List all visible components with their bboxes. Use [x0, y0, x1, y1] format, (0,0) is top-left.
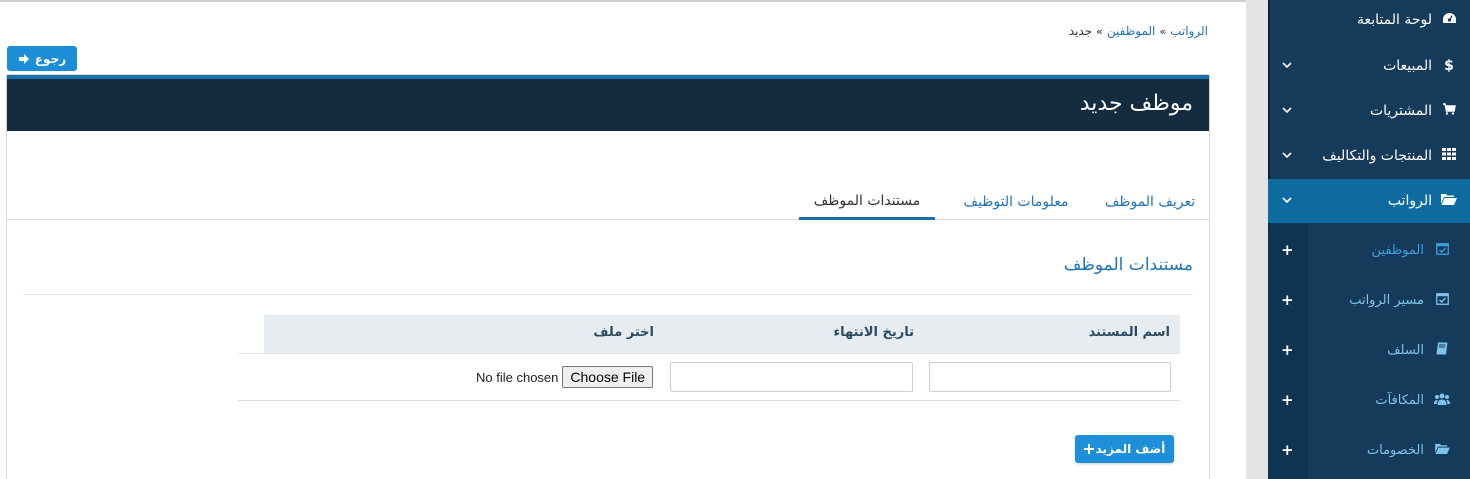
header-choose-file: اختر ملف: [593, 325, 654, 340]
add-more-label: أضف المزيد: [1095, 442, 1166, 456]
breadcrumb-link-employees[interactable]: الموظفين: [1107, 24, 1156, 38]
folder-open-icon: [1434, 443, 1450, 457]
grid-icon: [1440, 148, 1458, 164]
expiry-date-input[interactable]: [670, 362, 913, 392]
file-input[interactable]: No file chosen Choose File: [476, 365, 654, 389]
cart-icon: [1440, 103, 1458, 119]
breadcrumb-separator: »: [1159, 24, 1167, 38]
top-shadow: [0, 0, 1246, 2]
tab-bar: تعريف الموظف معلومات التوظيف مستندات الم…: [7, 184, 1209, 220]
add-more-button[interactable]: أضف المزيد: [1075, 435, 1174, 463]
plus-icon[interactable]: +: [1281, 291, 1294, 309]
section-divider: [23, 294, 1193, 295]
submenu-item-bonuses[interactable]: المكافآت +: [1268, 375, 1470, 425]
tab-employee-documents[interactable]: مستندات الموظف: [799, 184, 935, 220]
tab-employment-info[interactable]: معلومات التوظيف: [951, 184, 1081, 220]
sidebar-item-label: المنتجات والتكاليف: [1322, 148, 1432, 164]
header-expiry-date: تاريخ الانتهاء: [833, 325, 914, 340]
header-document-name: اسم المستند: [1088, 325, 1170, 340]
row-divider: [238, 353, 1180, 354]
file-status: No file chosen: [476, 369, 559, 385]
folder-open-icon: [1440, 193, 1458, 209]
dollar-icon: $: [1444, 58, 1454, 74]
breadcrumb: الرواتب » الموظفين » جديد: [1069, 24, 1208, 38]
submenu-item-employees[interactable]: الموظفين +: [1268, 225, 1470, 275]
submenu-item-advances[interactable]: السلف +: [1268, 325, 1470, 375]
back-button-label: رجوع: [34, 51, 67, 66]
dashboard-icon: [1440, 12, 1458, 29]
document-name-input[interactable]: [929, 362, 1171, 392]
sidebar-item-payroll[interactable]: الرواتب: [1268, 179, 1470, 223]
row-divider: [238, 400, 1180, 401]
sidebar-item-products-costs[interactable]: المنتجات والتكاليف: [1268, 134, 1470, 178]
back-button[interactable]: رجوع: [7, 46, 77, 71]
breadcrumb-separator: »: [1096, 24, 1103, 38]
choose-file-button[interactable]: Choose File: [562, 366, 654, 388]
breadcrumb-link-payroll[interactable]: الرواتب: [1170, 24, 1208, 38]
calendar-check-icon: [1434, 292, 1450, 308]
submenu-item-payroll-run[interactable]: مسير الرواتب +: [1268, 275, 1470, 325]
calendar-check-icon: [1434, 242, 1450, 258]
chevron-down-icon: [1280, 61, 1292, 72]
plus-icon[interactable]: +: [1281, 441, 1294, 459]
panel-header: موظف جديد: [7, 75, 1209, 131]
submenu-item-deductions[interactable]: الخصومات +: [1268, 425, 1470, 475]
chevron-down-icon: [1280, 151, 1292, 162]
sidebar-item-purchases[interactable]: المشتريات: [1268, 89, 1470, 133]
breadcrumb-current: جديد: [1068, 24, 1093, 38]
chevron-down-icon: [1280, 196, 1292, 207]
plus-icon: [1083, 444, 1094, 454]
arrow-right-icon: [18, 53, 29, 64]
sidebar: لوحة المتابعة $ المبيعات المشتريات المنت…: [1268, 0, 1470, 479]
plus-icon[interactable]: +: [1281, 391, 1294, 409]
sidebar-item-sales[interactable]: $ المبيعات: [1268, 44, 1470, 88]
sidebar-item-label: المبيعات: [1383, 58, 1432, 74]
tab-employee-info[interactable]: تعريف الموظف: [1093, 184, 1207, 220]
book-icon: [1434, 342, 1450, 358]
section-title: مستندات الموظف: [1063, 255, 1193, 275]
payroll-submenu: الموظفين + مسير الرواتب + السلف + المكاف…: [1268, 225, 1470, 479]
employee-form-panel: موظف جديد تعريف الموظف معلومات التوظيف م…: [6, 74, 1210, 479]
page-title: موظف جديد: [1079, 91, 1193, 116]
sidebar-item-label: لوحة المتابعة: [1356, 12, 1432, 28]
chevron-down-icon: [1280, 106, 1292, 117]
users-icon: [1434, 393, 1450, 408]
documents-table-header: اسم المستند تاريخ الانتهاء اختر ملف: [264, 315, 1180, 353]
page-scrollbar[interactable]: [1246, 0, 1268, 479]
plus-icon[interactable]: +: [1281, 241, 1294, 259]
sidebar-item-label: الرواتب: [1387, 193, 1432, 209]
sidebar-item-dashboard[interactable]: لوحة المتابعة: [1268, 0, 1470, 42]
sidebar-item-label: المشتريات: [1369, 103, 1432, 119]
plus-icon[interactable]: +: [1281, 341, 1294, 359]
